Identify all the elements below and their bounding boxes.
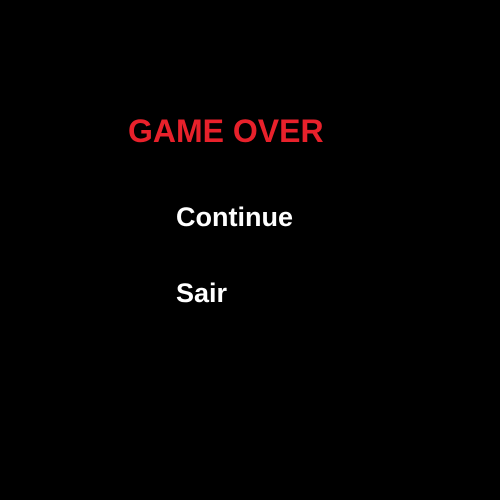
game-over-screen: GAME OVER Continue Sair xyxy=(0,0,500,500)
exit-button[interactable]: Sair xyxy=(176,276,227,310)
game-over-title: GAME OVER xyxy=(128,113,324,149)
continue-button[interactable]: Continue xyxy=(176,200,293,234)
